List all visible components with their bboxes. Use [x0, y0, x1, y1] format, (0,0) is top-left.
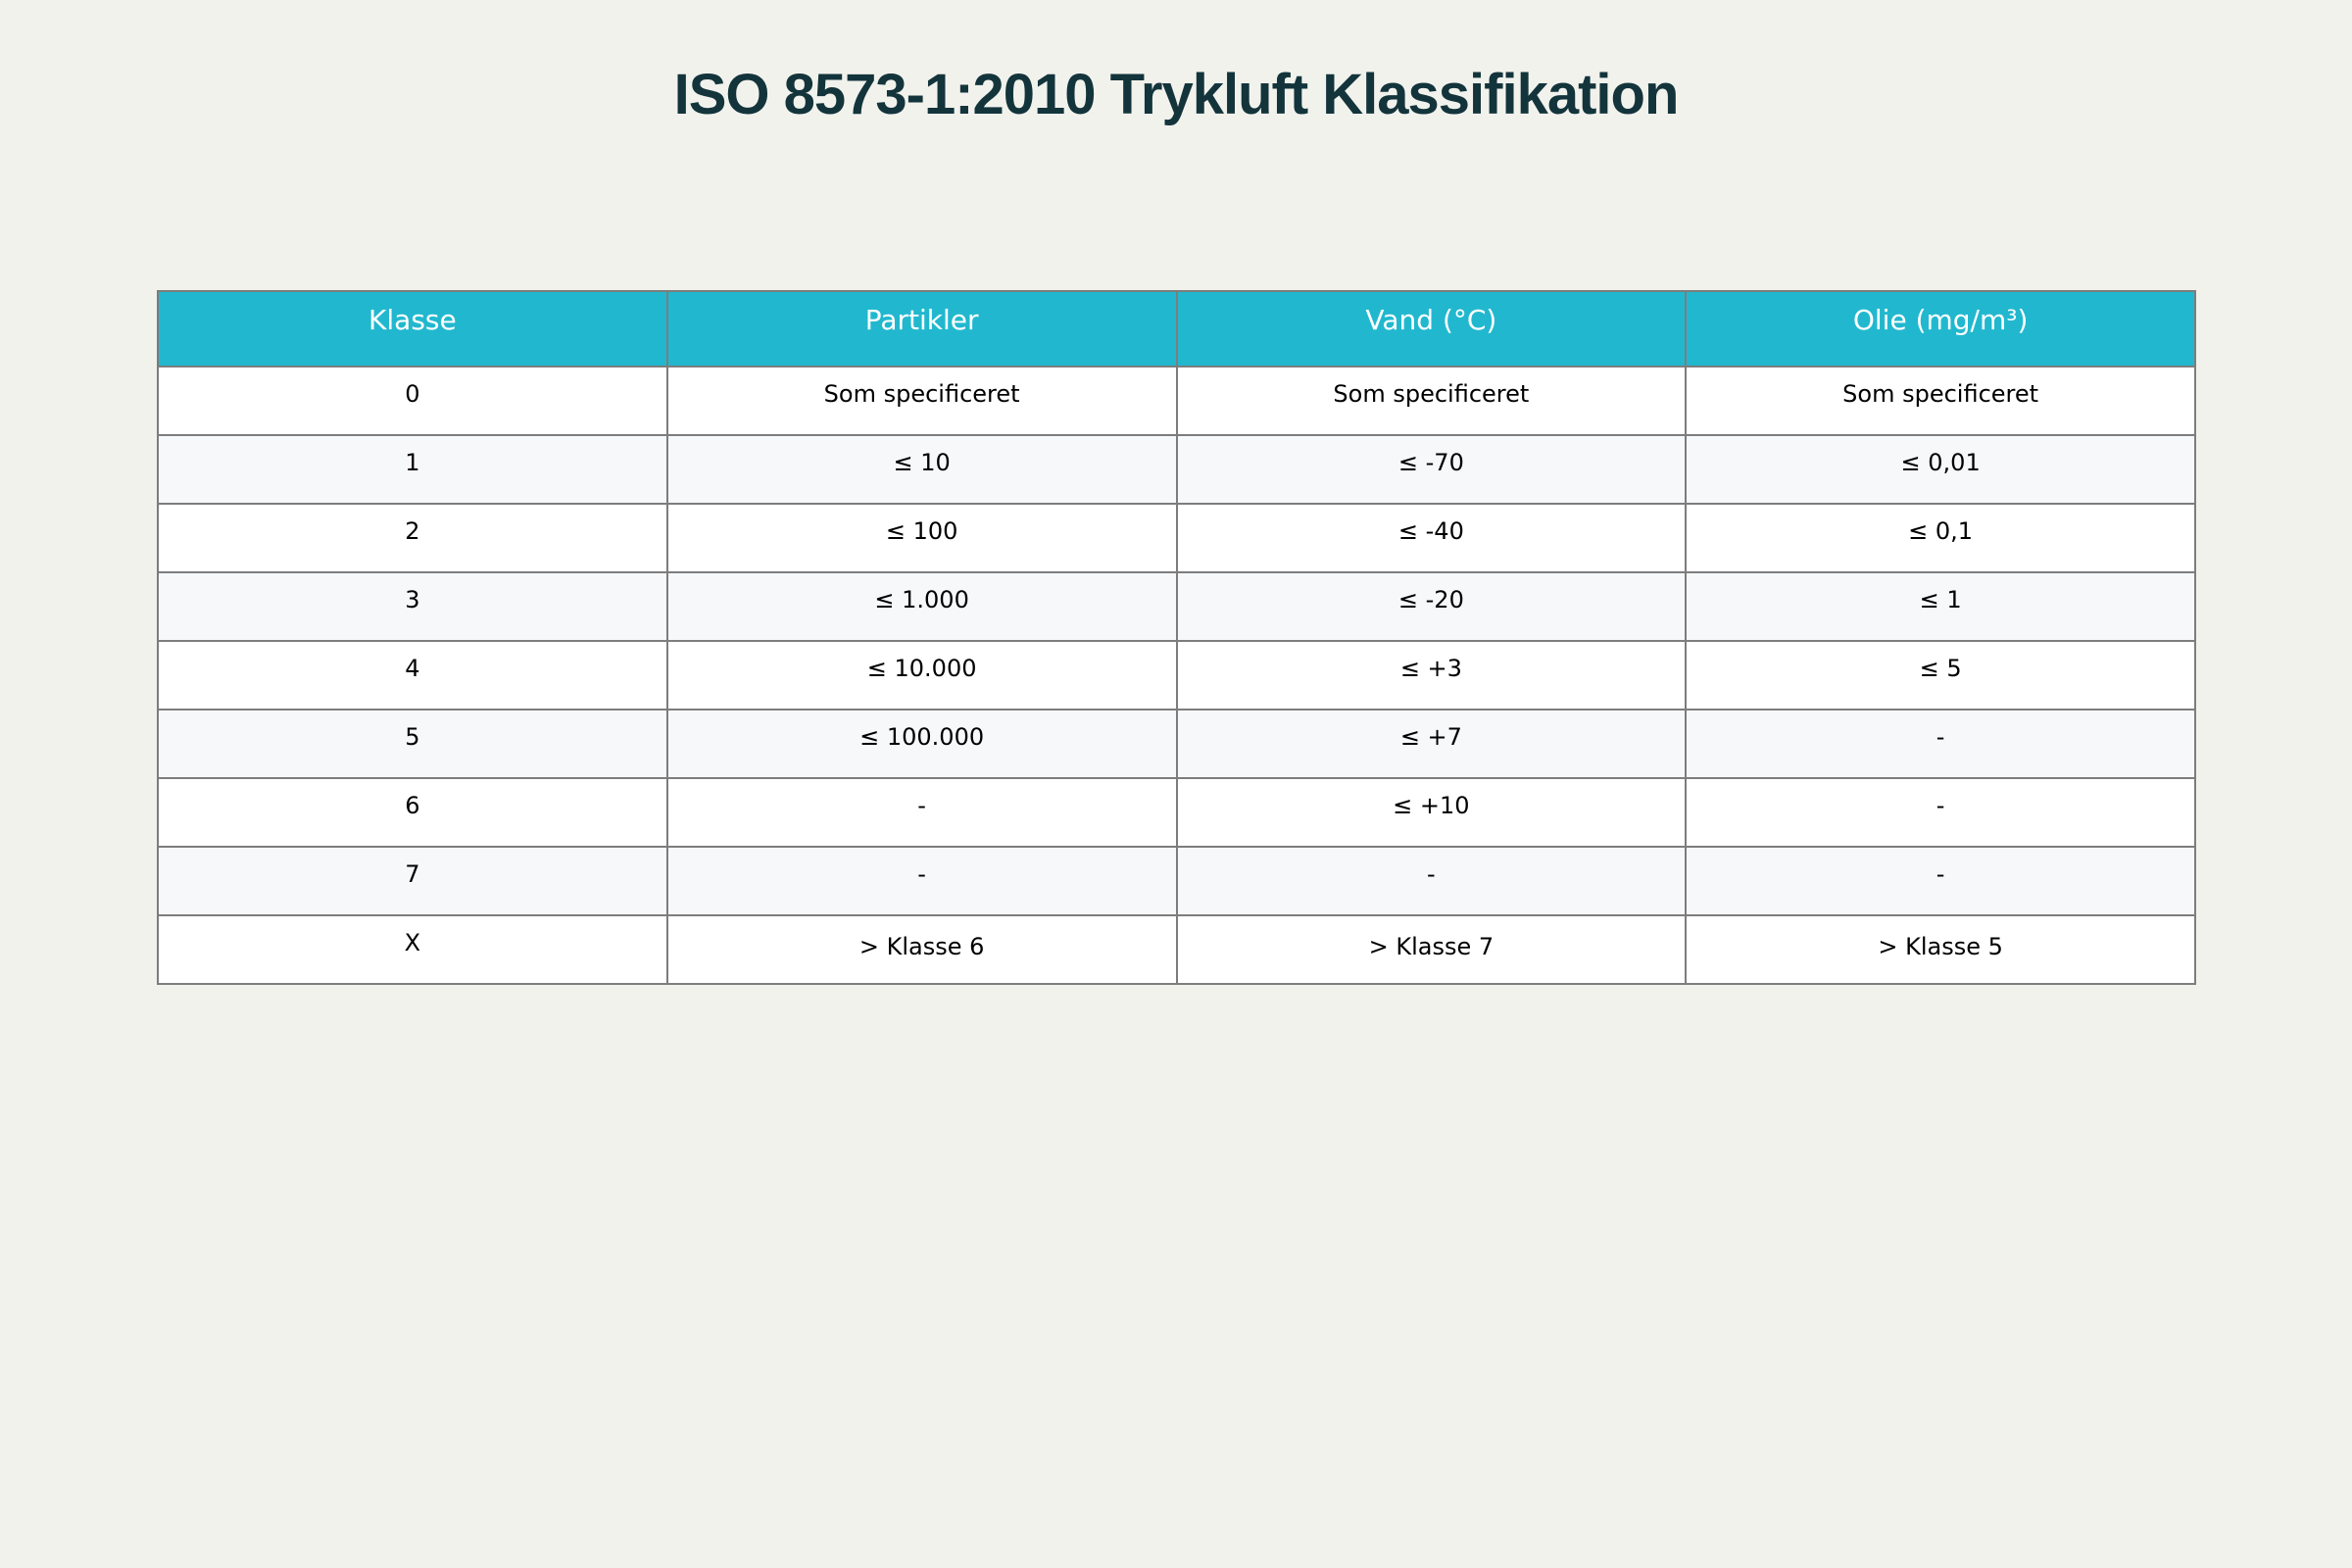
cell-olie: ≤ 5 [1685, 640, 2196, 710]
cell-olie: - [1685, 709, 2196, 779]
cell-olie: > Klasse 5 [1685, 914, 2196, 985]
cell-vand: ≤ +7 [1175, 709, 1688, 779]
cell-olie: ≤ 1 [1685, 571, 2196, 642]
cell-partikler: ≤ 10 [665, 434, 1178, 505]
table-row: 0 Som specificeret Som specificeret Som spe… [157, 366, 2196, 436]
cell-vand: ≤ -20 [1175, 571, 1688, 642]
cell-klasse: 3 [157, 571, 668, 642]
cell-olie: - [1685, 777, 2196, 848]
table-row: 3 ≤ 1.000 ≤ -20 ≤ 1 [157, 571, 2196, 642]
cell-vand: > Klasse 7 [1175, 914, 1688, 985]
cell-vand: ≤ +3 [1175, 640, 1688, 710]
cell-klasse: 1 [157, 434, 668, 505]
classification-table-container: Klasse Partikler Vand (°C) Olie (mg/m³) 0 So… [157, 290, 2196, 985]
cell-partikler: - [665, 777, 1178, 848]
cell-klasse: 2 [157, 503, 668, 573]
cell-olie: - [1685, 846, 2196, 916]
table-row: 5 ≤ 100.000 ≤ +7- [157, 709, 2196, 779]
classification-table: Klasse Partikler Vand (°C) Olie (mg/m³) 0 So… [157, 290, 2196, 985]
table-row: 1 ≤ 10 ≤ -70 ≤ 0,01 [157, 434, 2196, 505]
table-row: 2 ≤ 100 ≤ -40 ≤ 0,1 [157, 503, 2196, 573]
table-body: 0 Som specificeret Som specificeret Som spe… [157, 366, 2196, 985]
cell-vand: ≤ -70 [1175, 434, 1688, 505]
chart-title: ISO 8573-1:2010 Trykluft Klassifikation [673, 63, 1680, 126]
column-header-klasse: Klasse [157, 290, 668, 368]
cell-olie: ≤ 0,1 [1685, 503, 2196, 573]
table-row: 7--- [157, 846, 2196, 916]
cell-olie: ≤ 0,01 [1685, 434, 2196, 505]
cell-vand: ≤ -40 [1175, 503, 1688, 573]
cell-partikler: Som specificeret [665, 366, 1178, 436]
cell-partikler: ≤ 10.000 [665, 640, 1178, 710]
cell-klasse: 7 [157, 846, 668, 916]
table-row: 6- ≤ +10- [157, 777, 2196, 848]
cell-partikler: ≤ 100 [665, 503, 1178, 573]
cell-partikler: ≤ 100.000 [665, 709, 1178, 779]
table-row: 4 ≤ 10.000 ≤ +3 ≤ 5 [157, 640, 2196, 710]
cell-klasse: 5 [157, 709, 668, 779]
table-header: Klasse Partikler Vand (°C) Olie (mg/m³) [157, 290, 2196, 368]
cell-vand: - [1175, 846, 1688, 916]
cell-vand: ≤ +10 [1175, 777, 1688, 848]
cell-klasse: 6 [157, 777, 668, 848]
cell-klasse: 0 [157, 366, 668, 436]
cell-partikler: - [665, 846, 1178, 916]
cell-partikler: > Klasse 6 [665, 914, 1178, 985]
table-row: X > Klasse 6 > Klasse 7 > Klasse 5 [157, 914, 2196, 985]
header-row: Klasse Partikler Vand (°C) Olie (mg/m³) [157, 290, 2196, 368]
cell-partikler: ≤ 1.000 [665, 571, 1178, 642]
cell-klasse: X [157, 914, 668, 985]
cell-olie: Som specificeret [1685, 366, 2196, 436]
column-header-olie: Olie (mg/m³) [1685, 290, 2196, 368]
cell-vand: Som specificeret [1175, 366, 1688, 436]
cell-klasse: 4 [157, 640, 668, 710]
column-header-vand: Vand (°C) [1175, 290, 1688, 368]
column-header-partikler: Partikler [665, 290, 1178, 368]
